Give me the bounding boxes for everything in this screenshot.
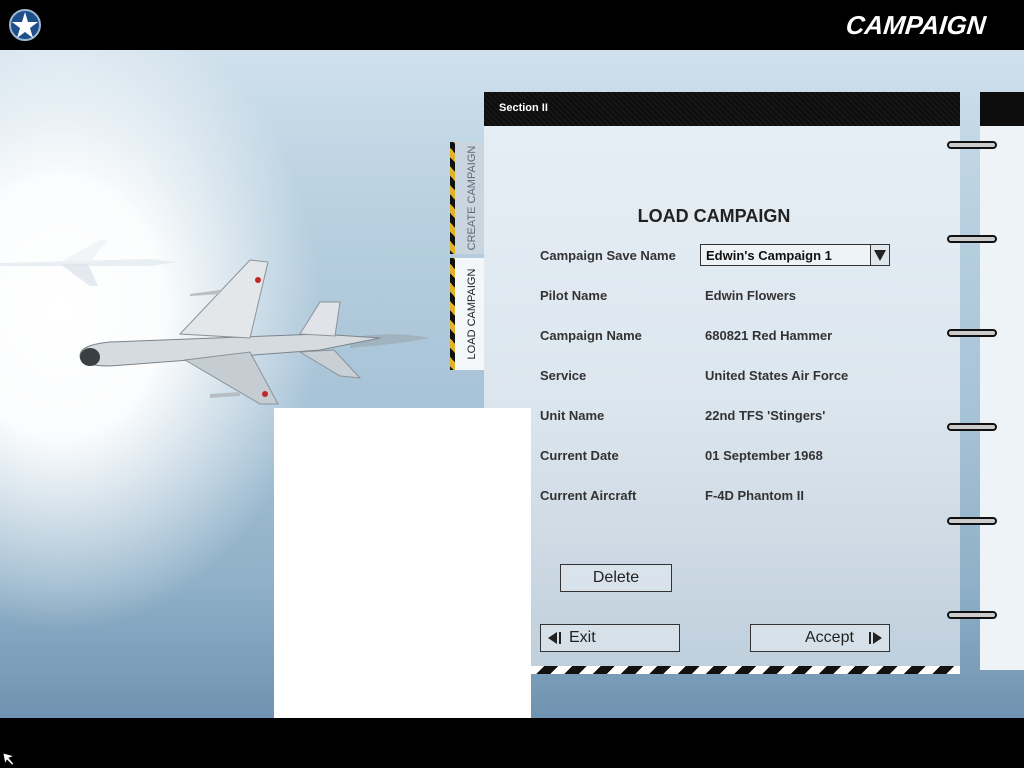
section-label: Section II xyxy=(499,102,548,114)
dropdown-arrow-icon[interactable] xyxy=(870,245,889,265)
current-aircraft-value: F-4D Phantom II xyxy=(705,488,804,503)
delete-button-label: Delete xyxy=(592,569,640,586)
top-bar: CAMPAIGN xyxy=(0,0,1024,50)
notebook-page: LOAD CAMPAIGN Campaign Save Name Edwin's… xyxy=(484,126,960,666)
spiral-ring-icon xyxy=(947,517,997,525)
exit-button-label: Exit xyxy=(569,629,596,646)
page-heading: LOAD CAMPAIGN xyxy=(637,206,791,226)
arrow-right-icon xyxy=(869,632,882,644)
pilot-name-value: Edwin Flowers xyxy=(705,288,797,303)
spiral-ring-icon xyxy=(947,329,997,337)
notebook-header: Section II xyxy=(484,92,960,126)
spiral-ring-icon xyxy=(947,423,997,431)
campaign-save-select[interactable]: Edwin's Campaign 1 xyxy=(700,244,890,266)
bottom-bar xyxy=(0,718,1024,768)
campaign-name-value: 680821 Red Hammer xyxy=(705,328,833,343)
star-emblem-icon xyxy=(9,9,41,41)
screen-title: CAMPAIGN xyxy=(844,10,988,40)
service-label: Service xyxy=(540,368,587,383)
next-page-edge xyxy=(980,92,1024,670)
unit-name-label: Unit Name xyxy=(540,408,605,423)
spiral-ring-icon xyxy=(947,235,997,243)
accept-button[interactable]: Accept xyxy=(750,624,890,652)
current-date-label: Current Date xyxy=(540,448,619,463)
accept-button-label: Accept xyxy=(805,629,854,646)
mouse-cursor-icon xyxy=(2,752,16,766)
white-panel xyxy=(274,408,531,732)
arrow-left-icon xyxy=(548,632,561,644)
next-page-header xyxy=(980,92,1024,126)
tab-create-campaign-label: CREATE CAMPAIGN xyxy=(466,145,478,251)
next-page-body xyxy=(980,126,1024,670)
spiral-ring-icon xyxy=(947,141,997,149)
campaign-notebook: Section II LOAD CAMPAIGN Campaign Save N… xyxy=(484,92,960,674)
unit-name-value: 22nd TFS 'Stingers' xyxy=(705,408,826,423)
campaign-name-label: Campaign Name xyxy=(540,328,642,343)
current-aircraft-label: Current Aircraft xyxy=(540,488,637,503)
notebook-bottom-stripe xyxy=(530,666,960,674)
campaign-save-select-value: Edwin's Campaign 1 xyxy=(706,248,832,263)
save-name-label: Campaign Save Name xyxy=(540,248,676,263)
delete-button[interactable]: Delete xyxy=(560,564,672,592)
spiral-ring-icon xyxy=(947,611,997,619)
tab-load-campaign-label: LOAD CAMPAIGN xyxy=(466,268,478,360)
exit-button[interactable]: Exit xyxy=(540,624,680,652)
service-value: United States Air Force xyxy=(705,368,849,383)
current-date-value: 01 September 1968 xyxy=(705,448,823,463)
pilot-name-label: Pilot Name xyxy=(540,288,608,303)
